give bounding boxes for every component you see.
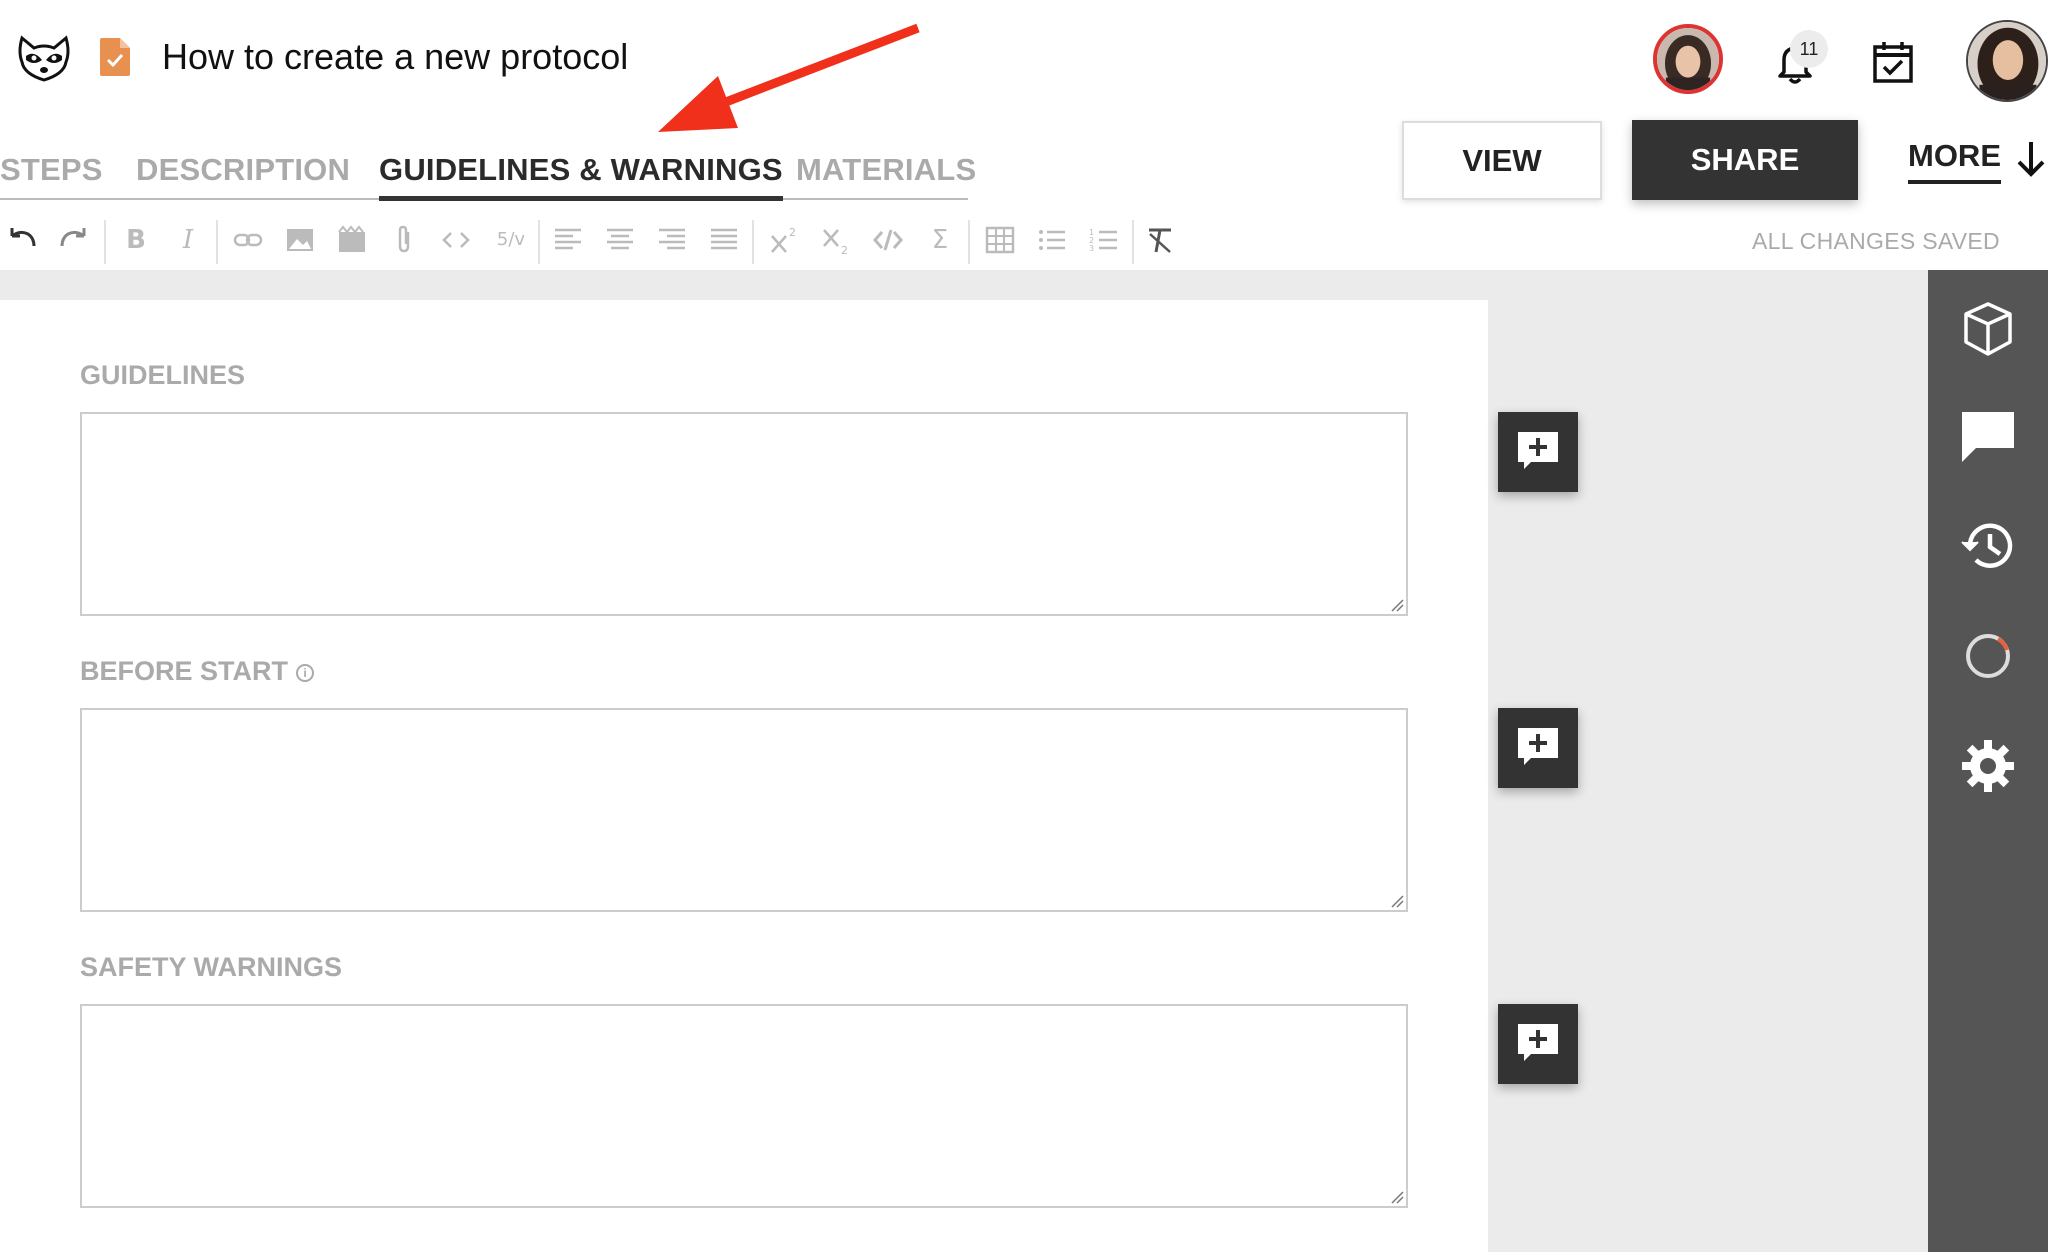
image-icon[interactable] [282,222,318,258]
view-button[interactable]: VIEW [1402,121,1602,200]
toolbar-divider [216,220,218,264]
superscript-icon[interactable]: 2 [766,222,802,258]
code-block-icon[interactable] [870,222,906,258]
tab-guidelines-warnings[interactable]: GUIDELINES & WARNINGS [379,152,783,201]
svg-text:3: 3 [1089,244,1094,253]
undo-icon[interactable] [4,222,40,258]
collaborator-avatar[interactable] [1653,24,1723,94]
protocols-logo-icon[interactable] [16,34,72,84]
tab-materials[interactable]: MATERIALS [796,152,976,188]
more-button[interactable]: MORE [1908,138,2001,184]
settings-icon[interactable] [1958,736,2018,796]
formula-sigma-icon[interactable]: Σ [922,222,958,258]
safety-warnings-label: SAFETY WARNINGS [80,952,342,983]
comments-icon[interactable] [1958,406,2018,466]
add-comment-button[interactable] [1498,708,1578,788]
resize-handle-icon[interactable] [1388,1188,1404,1204]
resize-handle-icon[interactable] [1388,596,1404,612]
code-icon[interactable] [438,222,474,258]
video-icon[interactable] [334,222,370,258]
guidelines-label: GUIDELINES [80,360,245,391]
add-comment-icon [1518,1024,1558,1061]
fraction-icon[interactable]: 5/v [488,222,534,258]
align-right-icon[interactable] [654,222,690,258]
protocol-tabs: STEPS DESCRIPTION GUIDELINES & WARNINGS … [0,146,976,201]
safety-warnings-label-text: SAFETY WARNINGS [80,952,343,982]
add-comment-button[interactable] [1498,412,1578,492]
formatting-toolbar: B I 5/v 2 2 Σ 123 [0,214,1180,268]
link-icon[interactable] [230,222,266,258]
notification-count-badge: 11 [1790,30,1828,68]
align-left-icon[interactable] [550,222,586,258]
bullet-list-icon[interactable] [1034,222,1070,258]
tab-description[interactable]: DESCRIPTION [136,152,350,188]
arrow-down-icon[interactable] [2016,140,2046,178]
toolbar-divider [104,220,106,264]
calendar-check-icon[interactable] [1872,40,1914,84]
before-start-label-text: BEFORE START [80,656,288,686]
add-comment-icon [1518,432,1558,469]
align-justify-icon[interactable] [706,222,742,258]
toolbar-divider [538,220,540,264]
document-icon [98,36,132,78]
svg-text:2: 2 [841,244,848,256]
user-profile-avatar[interactable] [1966,20,2048,102]
clear-formatting-icon[interactable] [1142,222,1178,258]
before-start-field[interactable] [80,708,1408,912]
redo-icon[interactable] [56,222,92,258]
safety-warnings-field[interactable] [80,1004,1408,1208]
info-icon[interactable]: i [296,663,314,682]
toolbar-divider [752,220,754,264]
resize-handle-icon[interactable] [1388,892,1404,908]
annotation-arrow [640,20,920,140]
toolbar-divider [1132,220,1134,264]
history-icon[interactable] [1958,516,2018,576]
align-center-icon[interactable] [602,222,638,258]
guidelines-label-text: GUIDELINES [80,360,246,390]
numbered-list-icon[interactable]: 123 [1086,222,1122,258]
svg-text:2: 2 [789,226,796,239]
save-status: ALL CHANGES SAVED [1752,228,2000,254]
attachment-icon[interactable] [386,222,422,258]
guidelines-field[interactable] [80,412,1408,616]
add-comment-icon [1518,728,1558,765]
italic-icon[interactable]: I [170,222,206,258]
toolbar-divider [968,220,970,264]
right-sidebar [1928,270,2048,1252]
table-icon[interactable] [982,222,1018,258]
progress-icon[interactable] [1958,626,2018,686]
share-button[interactable]: SHARE [1632,120,1858,200]
bold-icon[interactable]: B [118,222,154,258]
subscript-icon[interactable]: 2 [818,222,854,258]
page-title: How to create a new protocol [162,36,629,77]
before-start-label: BEFORE START i [80,656,314,687]
add-comment-button[interactable] [1498,1004,1578,1084]
materials-box-icon[interactable] [1958,298,2018,358]
tab-steps[interactable]: STEPS [0,152,103,188]
